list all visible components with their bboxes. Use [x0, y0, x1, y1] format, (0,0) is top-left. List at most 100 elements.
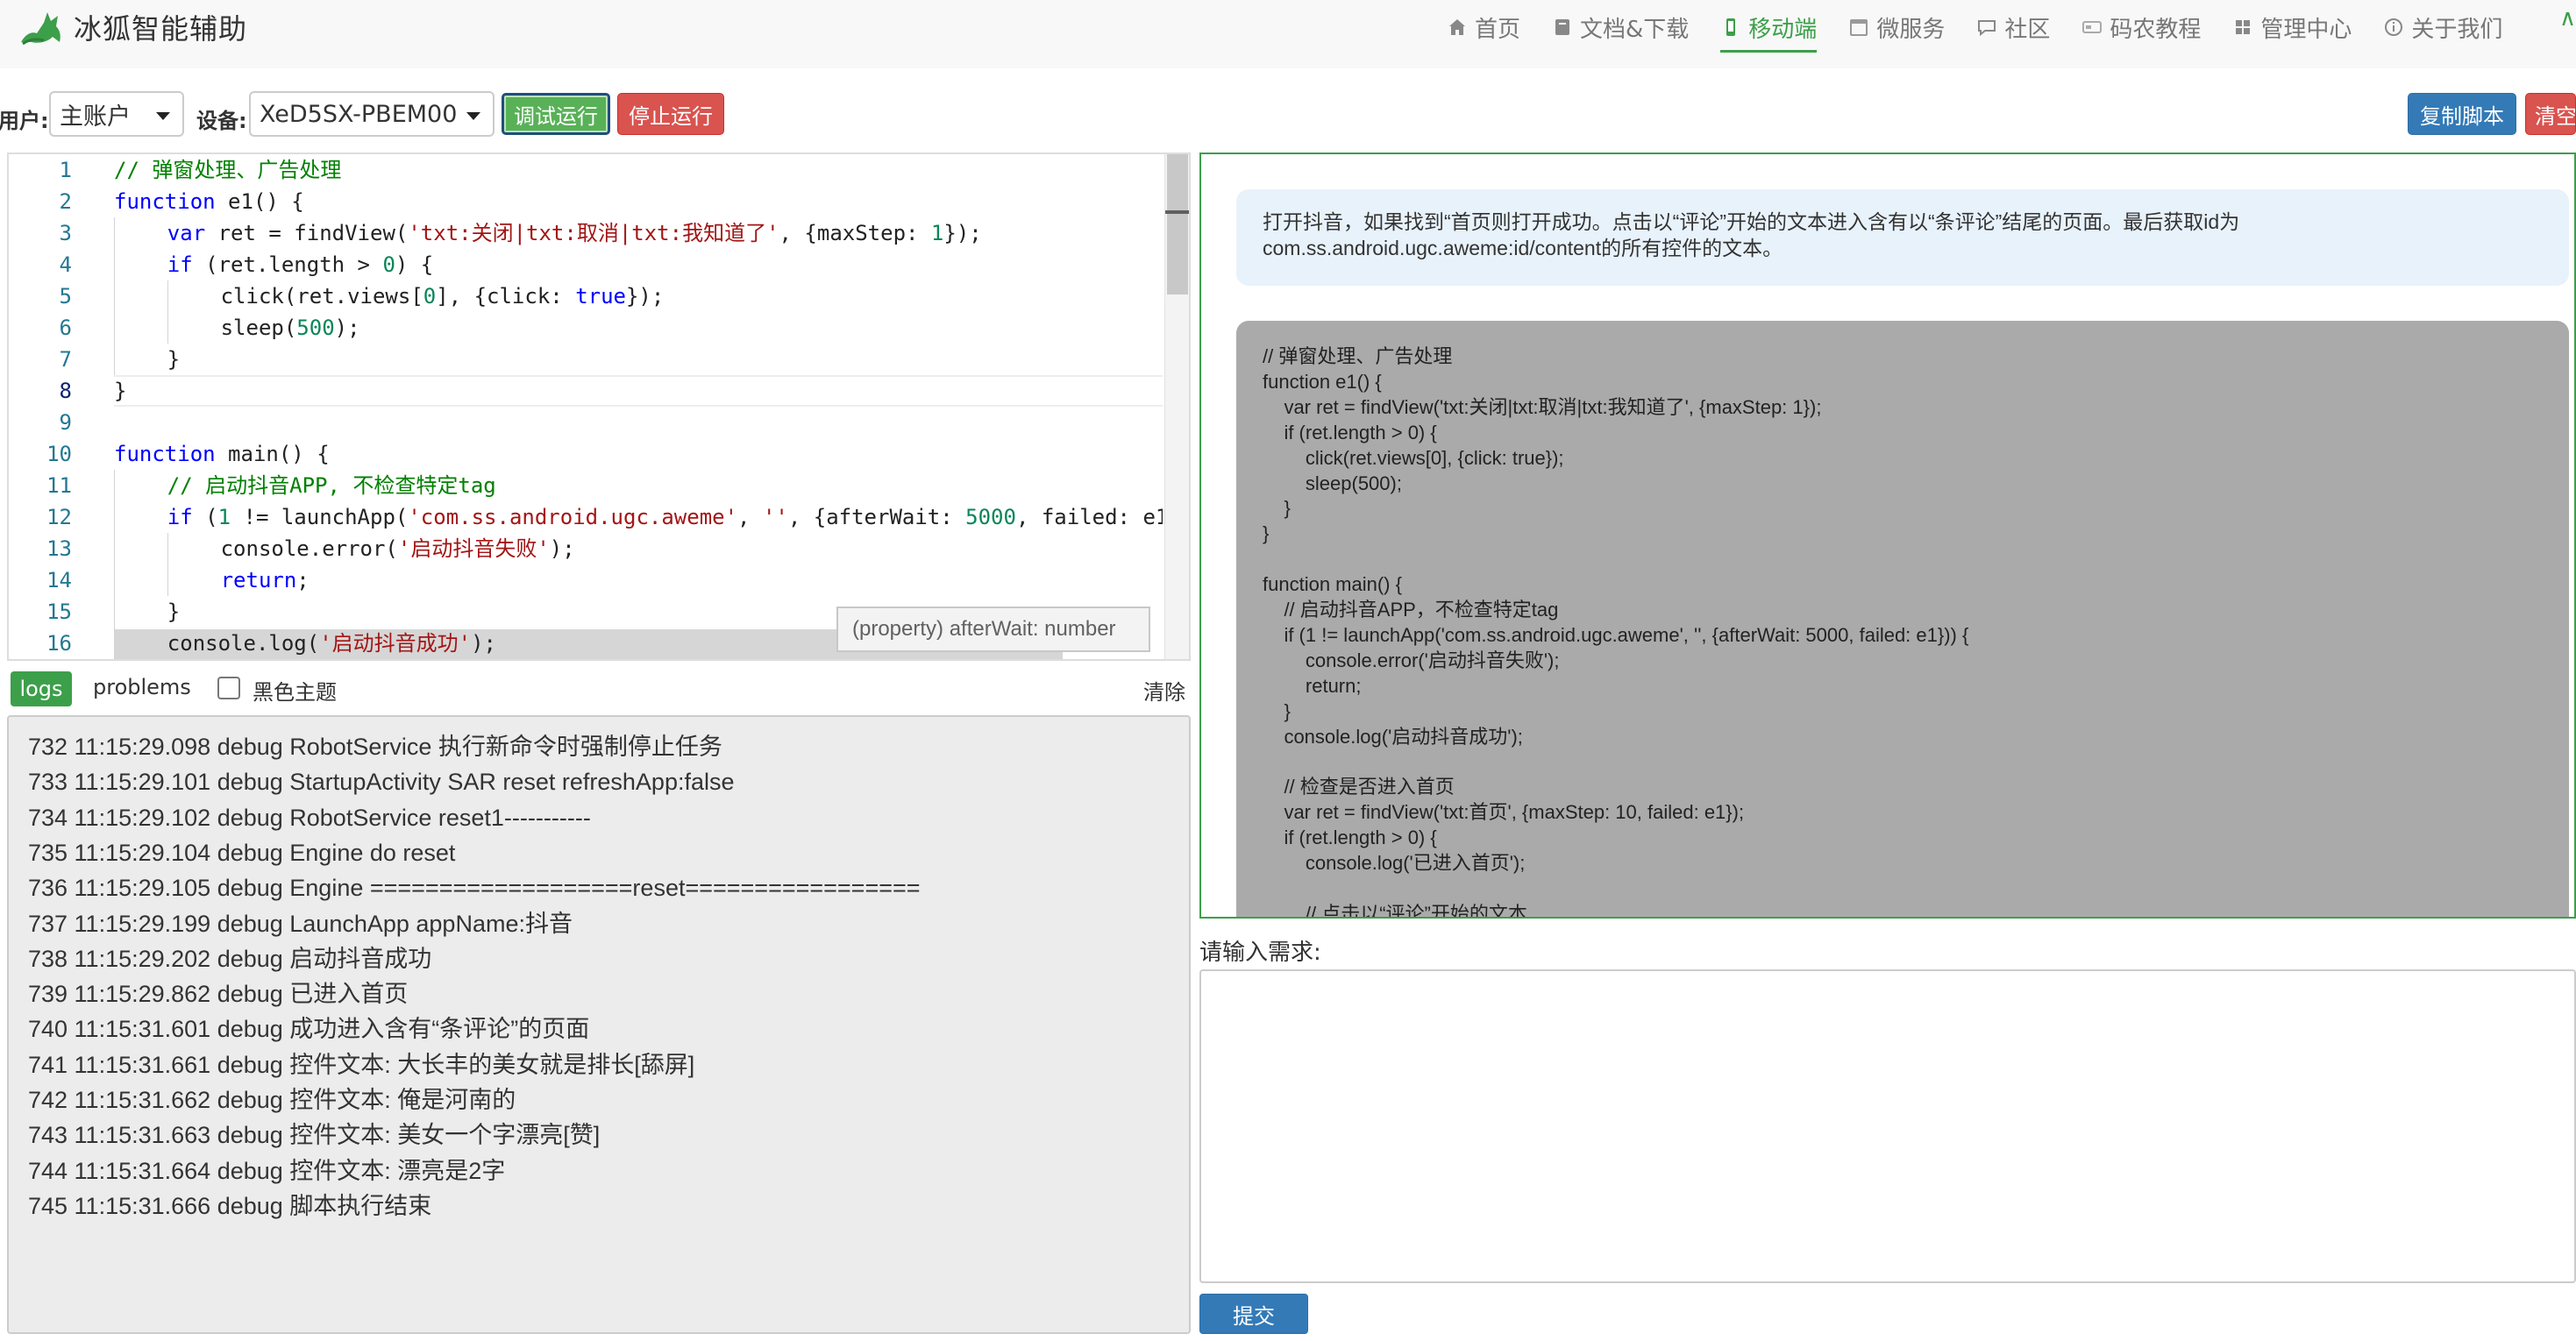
top-navbar: 冰狐智能辅助 首页 文档&下载 移动端 微服务 社区 码农教程 管理中心 关于我…: [0, 0, 2576, 68]
book-icon: [1555, 19, 1570, 35]
code-text: ) {: [395, 252, 434, 277]
code-text: }: [114, 379, 127, 403]
code-line[interactable]: }: [114, 375, 126, 407]
card-icon: [2082, 21, 2103, 33]
nav-item-label: 首页: [1475, 16, 1521, 43]
brand-logo[interactable]: 冰狐智能辅助: [18, 5, 247, 49]
code-keyword: return: [220, 568, 297, 592]
response-code-line: function e1() {: [1263, 370, 1382, 393]
line-number: 5: [59, 284, 72, 309]
nav-item-about[interactable]: 关于我们: [2383, 2, 2502, 53]
log-panel[interactable]: 732 11:15:29.098 debug RobotService 执行新命…: [7, 715, 1191, 1334]
code-comment: // 弹窗处理、广告处理: [114, 158, 342, 182]
code-keyword: function: [114, 189, 216, 214]
copy-script-button[interactable]: 复制脚本: [2408, 93, 2516, 135]
response-code-line: }: [1263, 497, 1291, 520]
editor-scrollbar[interactable]: [1164, 154, 1189, 659]
request-input[interactable]: [1199, 969, 2576, 1283]
line-number: 3: [59, 221, 72, 245]
nav-item-microservice[interactable]: 微服务: [1848, 2, 1945, 53]
device-label: 设备:: [196, 109, 247, 133]
response-code-line: function main() {: [1263, 573, 1402, 596]
clear-logs-link[interactable]: 清除: [1143, 675, 1185, 706]
stop-run-button[interactable]: 停止运行: [617, 93, 724, 135]
dark-theme-label[interactable]: 黑色主题: [253, 675, 337, 706]
code-text: ], {click:: [436, 284, 576, 309]
response-code-line: if (ret.length > 0) {: [1263, 827, 1437, 849]
code-text: click(ret.views[: [220, 284, 423, 309]
debug-run-button[interactable]: 调试运行: [502, 93, 610, 135]
nav-item-mobile[interactable]: 移动端: [1720, 2, 1818, 53]
scrollbar-thumb[interactable]: [1167, 154, 1188, 294]
code-line[interactable]: console.log('启动抖音成功');: [167, 628, 496, 659]
response-code-line: // 检查是否进入首页: [1263, 776, 1455, 798]
device-select[interactable]: XeD5SX-PBEM00: [249, 91, 495, 137]
code-line[interactable]: // 弹窗处理、广告处理: [114, 154, 341, 186]
code-editor[interactable]: 1 2 3 4 5 6 7 8 9 10 11 12 13 14 15 16 // 弹窗处理、广告处理 func…: [7, 153, 1191, 661]
code-text: (ret.length >: [192, 252, 383, 277]
log-line: 739 11:15:29.862 debug 已进入首页: [28, 981, 409, 1008]
code-text: });: [943, 221, 982, 245]
log-line: 734 11:15:29.102 debug RobotService rese…: [28, 804, 591, 831]
code-number: 5000: [965, 505, 1016, 529]
clear-button[interactable]: 清空: [2525, 93, 2576, 135]
code-text: != launchApp(: [231, 505, 409, 529]
calendar-icon: [1850, 19, 1868, 36]
code-line[interactable]: var ret = findView('txt:关闭|txt:取消|txt:我知…: [167, 217, 982, 249]
chat-icon: [1978, 20, 1996, 37]
dark-theme-checkbox[interactable]: [217, 677, 240, 699]
code-area[interactable]: // 弹窗处理、广告处理 function e1() {var ret = fin…: [114, 154, 1163, 659]
code-line[interactable]: if (1 != launchApp('com.ss.android.ugc.a…: [167, 501, 1163, 533]
nav-item-label: 移动端: [1748, 16, 1818, 43]
user-select[interactable]: 主账户: [49, 91, 184, 137]
log-line: 740 11:15:31.601 debug 成功进入含有“条评论”的页面: [28, 1016, 590, 1043]
response-code-line: }: [1263, 522, 1270, 545]
nav-item-tutorials[interactable]: 码农教程: [2081, 2, 2201, 53]
code-keyword: if: [167, 252, 193, 277]
info-icon: [2385, 18, 2403, 36]
nav-overflow-toggle[interactable]: ∧: [2559, 5, 2576, 32]
code-string: 'txt:关闭|txt:取消|txt:我知道了': [408, 221, 779, 245]
line-number: 15: [46, 600, 72, 624]
code-keyword: if: [167, 505, 193, 529]
chat-panel[interactable]: 打开抖音，如果找到“首页则打开成功。点击以“评论”开始的文本进入含有以“条评论”…: [1199, 153, 2576, 919]
line-number: 14: [46, 568, 72, 592]
code-line[interactable]: sleep(500);: [221, 312, 360, 344]
response-code-line: console.error('启动抖音失败');: [1263, 649, 1560, 671]
code-line[interactable]: }: [167, 596, 180, 628]
indent-guide: [114, 217, 115, 249]
nav-item-admin[interactable]: 管理中心: [2232, 2, 2352, 53]
indent-guide: [114, 312, 115, 344]
code-line[interactable]: console.error('启动抖音失败');: [221, 533, 575, 564]
tab-logs[interactable]: logs: [11, 671, 72, 706]
indent-guide: [114, 501, 115, 533]
code-line[interactable]: function e1() {: [114, 186, 304, 217]
code-line[interactable]: }: [167, 344, 180, 375]
nav-item-label: 管理中心: [2260, 16, 2352, 43]
code-line[interactable]: click(ret.views[0], {click: true});: [221, 280, 665, 312]
line-number: 16: [46, 631, 72, 656]
nav-item-home[interactable]: 首页: [1447, 2, 1520, 53]
submit-button[interactable]: 提交: [1199, 1294, 1308, 1334]
indent-guide: [114, 533, 115, 564]
code-text: });: [625, 284, 665, 309]
code-line[interactable]: if (ret.length > 0) {: [167, 249, 433, 280]
home-icon: [1449, 19, 1465, 35]
code-string: 'com.ss.android.ugc.aweme': [408, 505, 738, 529]
response-code-line: // 弹窗处理、广告处理: [1263, 345, 1453, 367]
device-select-value: XeD5SX-PBEM00: [260, 100, 458, 128]
code-string: '启动抖音失败': [397, 536, 550, 561]
indent-guide: [114, 596, 115, 628]
code-line[interactable]: // 启动抖音APP, 不检查特定tag: [167, 470, 496, 501]
code-text: , {afterWait:: [787, 505, 966, 529]
log-line: 745 11:15:31.666 debug 脚本执行结束: [28, 1192, 432, 1219]
nav-item-docs[interactable]: 文档&下载: [1552, 2, 1689, 53]
user-message-bubble: 打开抖音，如果找到“首页则打开成功。点击以“评论”开始的文本进入含有以“条评论”…: [1236, 189, 2569, 286]
line-number: 12: [46, 505, 72, 529]
nav-item-label: 文档&下载: [1580, 16, 1690, 43]
nav-item-community[interactable]: 社区: [1976, 2, 2050, 53]
tab-problems[interactable]: problems: [93, 675, 191, 699]
code-text: main() {: [215, 442, 330, 466]
code-line[interactable]: return;: [221, 564, 310, 596]
code-line[interactable]: function main() {: [114, 438, 330, 470]
